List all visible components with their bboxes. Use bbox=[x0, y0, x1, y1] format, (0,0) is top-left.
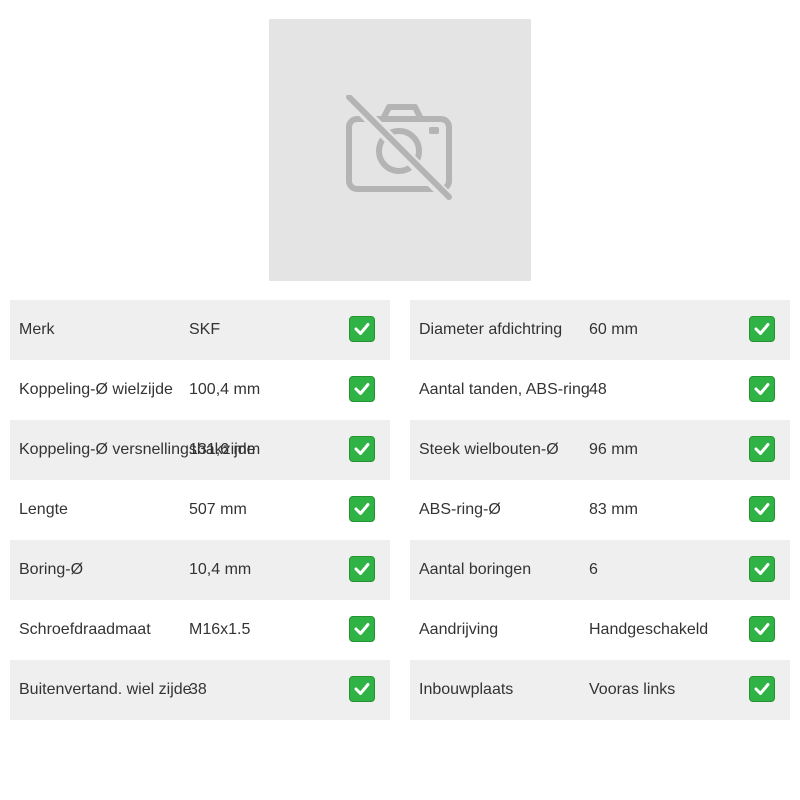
spec-label: Aantal tanden, ABS-ring bbox=[419, 381, 590, 398]
spec-value: M16x1.5 bbox=[189, 621, 251, 638]
check-icon bbox=[349, 676, 375, 702]
spec-label: Steek wielbouten-Ø bbox=[419, 441, 559, 458]
check-icon bbox=[349, 436, 375, 462]
spec-value: 131,6 mm bbox=[189, 441, 261, 458]
spec-value: 507 mm bbox=[189, 501, 247, 518]
spec-label: ABS-ring-Ø bbox=[419, 501, 501, 518]
spec-value: 10,4 mm bbox=[189, 561, 252, 578]
spec-row: Boring-Ø 10,4 mm bbox=[10, 540, 390, 600]
check-icon bbox=[349, 556, 375, 582]
check-icon bbox=[749, 316, 775, 342]
spec-label: Koppeling-Ø wielzijde bbox=[19, 381, 173, 398]
spec-row: Merk SKF bbox=[10, 300, 390, 360]
spec-label: Aantal boringen bbox=[419, 561, 532, 578]
check-icon bbox=[749, 376, 775, 402]
product-image-placeholder bbox=[269, 19, 531, 281]
spec-value: 83 mm bbox=[589, 501, 638, 518]
spec-label: Boring-Ø bbox=[19, 561, 84, 578]
check-icon bbox=[749, 436, 775, 462]
spec-value: 48 bbox=[589, 381, 607, 398]
spec-value: SKF bbox=[189, 321, 221, 338]
spec-row: Aandrijving Handgeschakeld bbox=[410, 600, 790, 660]
spec-row: Aantal boringen 6 bbox=[410, 540, 790, 600]
spec-row: Buitenvertand. wiel zijde 38 bbox=[10, 660, 390, 720]
no-photo-camera-icon bbox=[346, 95, 454, 204]
spec-row: ABS-ring-Ø 83 mm bbox=[410, 480, 790, 540]
check-icon bbox=[749, 616, 775, 642]
check-icon bbox=[749, 556, 775, 582]
spec-value: Vooras links bbox=[589, 681, 676, 698]
spec-value: Handgeschakeld bbox=[589, 621, 709, 638]
spec-table-right: Diameter afdichtring 60 mm Aantal tanden… bbox=[410, 300, 790, 720]
spec-row: Diameter afdichtring 60 mm bbox=[410, 300, 790, 360]
spec-value: 60 mm bbox=[589, 321, 638, 338]
spec-label: Inbouwplaats bbox=[419, 681, 514, 698]
check-icon bbox=[349, 496, 375, 522]
spec-row: Lengte 507 mm bbox=[10, 480, 390, 540]
spec-row: Inbouwplaats Vooras links bbox=[410, 660, 790, 720]
spec-label: Lengte bbox=[19, 501, 68, 518]
spec-label: Diameter afdichtring bbox=[419, 321, 563, 338]
spec-value: 38 bbox=[189, 681, 207, 698]
check-icon bbox=[749, 496, 775, 522]
check-icon bbox=[349, 316, 375, 342]
spec-label: Aandrijving bbox=[419, 621, 499, 638]
check-icon bbox=[349, 616, 375, 642]
spec-table-left: Merk SKF Koppeling-Ø wielzijde 100,4 mm … bbox=[10, 300, 390, 720]
spec-row: Steek wielbouten-Ø 96 mm bbox=[410, 420, 790, 480]
check-icon bbox=[749, 676, 775, 702]
spec-value: 100,4 mm bbox=[189, 381, 261, 398]
check-icon bbox=[349, 376, 375, 402]
spec-row: Koppeling-Ø wielzijde 100,4 mm bbox=[10, 360, 390, 420]
spec-row: Koppeling-Ø versnellingsbakzijde 131,6 m… bbox=[10, 420, 390, 480]
spec-label: Schroefdraadmaat bbox=[19, 621, 151, 638]
spec-row: Aantal tanden, ABS-ring 48 bbox=[410, 360, 790, 420]
spec-label: Merk bbox=[19, 321, 55, 338]
spec-value: 96 mm bbox=[589, 441, 638, 458]
spec-value: 6 bbox=[589, 561, 598, 578]
spec-row: Schroefdraadmaat M16x1.5 bbox=[10, 600, 390, 660]
spec-label: Buitenvertand. wiel zijde bbox=[19, 681, 192, 698]
